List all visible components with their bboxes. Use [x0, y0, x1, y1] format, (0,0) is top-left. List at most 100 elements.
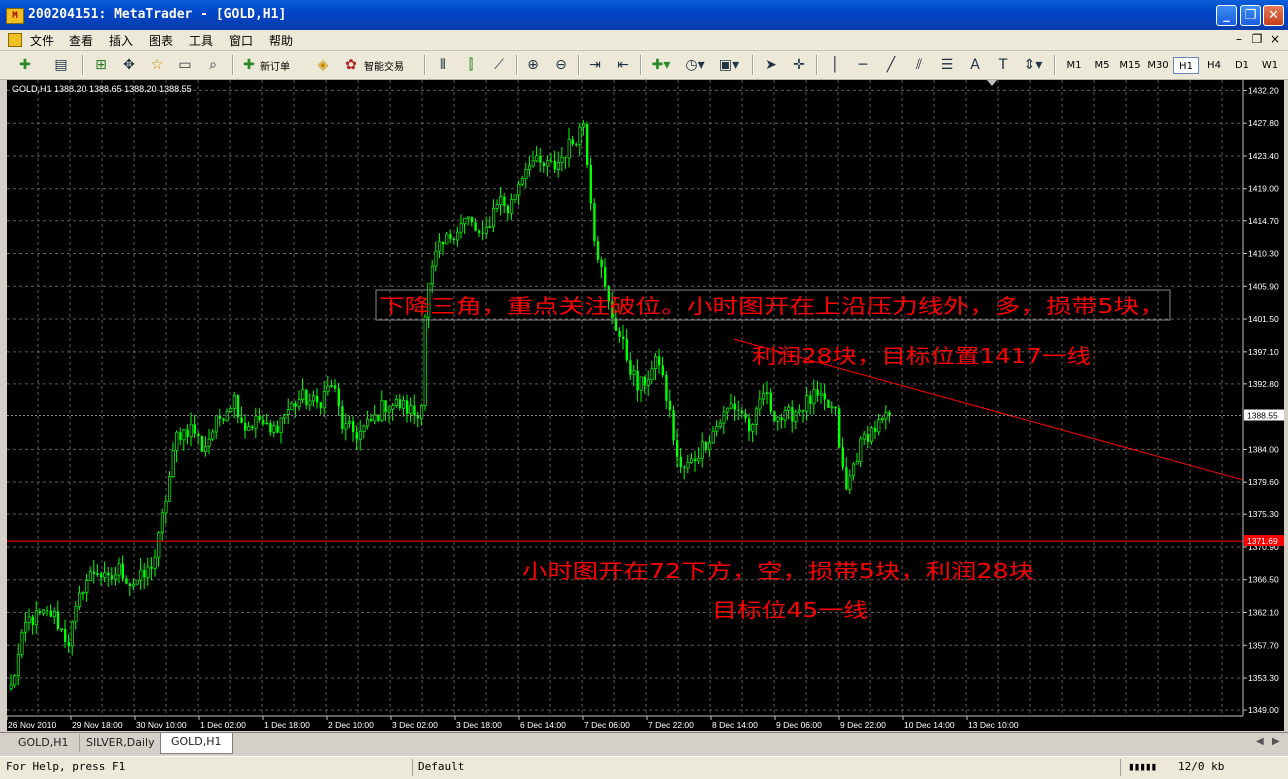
timeframe-m1[interactable]: M1 — [1061, 57, 1087, 74]
indicators-icon[interactable]: ✚▾ — [648, 55, 674, 75]
candle-body-bull — [103, 572, 107, 578]
help-status: For Help, press F1 — [6, 760, 126, 773]
menu-file[interactable]: 文件 — [30, 32, 54, 49]
zoom-out-icon[interactable]: ⊖ — [550, 55, 572, 75]
candle-body-bull — [380, 399, 384, 421]
metaeditor-icon[interactable]: ◈ — [312, 55, 334, 75]
candle-body-bear — [218, 415, 222, 419]
price-tick-label: 1419.00 — [1248, 184, 1279, 194]
candle-body-bear — [661, 365, 664, 376]
candle-body-bear — [809, 395, 812, 404]
text-label-icon[interactable]: T — [992, 55, 1014, 75]
candle-body-bear — [398, 399, 402, 409]
candle-body-bull — [362, 425, 366, 432]
candle-body-bear — [67, 642, 70, 646]
connection-bars-icon: ▮▮▮▮▮ — [1128, 760, 1157, 773]
candle-body-bull — [765, 392, 769, 394]
menu-insert[interactable]: 插入 — [109, 32, 133, 49]
crosshair-icon[interactable]: ✛ — [788, 55, 810, 75]
time-tick-label: 2 Dec 10:00 — [328, 720, 374, 730]
candle-body-bear — [452, 238, 456, 241]
arrows-icon[interactable]: ⇕▾ — [1020, 55, 1046, 75]
candle-body-bear — [442, 241, 445, 244]
periods-icon[interactable]: ◷▾ — [682, 55, 708, 75]
candle-body-bear — [413, 405, 416, 416]
candle-body-bull — [74, 606, 78, 623]
annotation-text-3[interactable]: 小时图开在72下方，空，损带5块，利润28块 — [522, 559, 1034, 583]
candle-body-bear — [773, 411, 776, 422]
bar-chart-icon[interactable]: ⫴ — [432, 55, 454, 75]
menu-tools[interactable]: 工具 — [189, 32, 213, 49]
timeframe-m15[interactable]: M15 — [1117, 57, 1143, 74]
price-chart[interactable]: 1432.20 1427.80 1423.40 1419.00 1414.70 1410.… — [7, 80, 1284, 731]
close-button[interactable]: ✕ — [1263, 5, 1284, 26]
tab-silver-daily[interactable]: SILVER,Daily — [76, 734, 166, 752]
candle-body-bull — [729, 403, 733, 409]
auto-scroll-icon[interactable]: ⇤ — [612, 55, 634, 75]
candle-body-bull — [531, 160, 535, 167]
candle-body-bear — [564, 157, 567, 159]
minimize-button[interactable]: _ — [1216, 5, 1237, 26]
tab-gold-h1-active[interactable]: GOLD,H1 — [160, 733, 233, 754]
candle-body-bull — [9, 684, 13, 690]
time-tick-label: 7 Dec 22:00 — [648, 720, 694, 730]
timeframe-m5[interactable]: M5 — [1089, 57, 1115, 74]
line-chart-icon[interactable]: ⟋ — [488, 55, 510, 75]
zoom-in-icon[interactable]: ⊕ — [522, 55, 544, 75]
candle-body-bull — [171, 449, 175, 477]
chart-shift-icon[interactable]: ⇥ — [584, 55, 606, 75]
new-order-button[interactable]: 新订单 — [260, 58, 290, 73]
candle-body-bull — [463, 217, 467, 225]
candle-body-bull — [711, 430, 715, 444]
annotation-text-4[interactable]: 目标位45一线 — [712, 598, 868, 622]
timeframe-d1[interactable]: D1 — [1229, 57, 1255, 74]
fibonacci-icon[interactable]: ☰ — [936, 55, 958, 75]
text-tool-icon[interactable]: A — [964, 55, 986, 75]
tab-scroll-right-icon[interactable]: ▶ — [1272, 736, 1280, 747]
candle-body-bear — [49, 610, 52, 617]
candlestick-icon[interactable]: ⫿ — [460, 55, 482, 75]
timeframe-h1[interactable]: H1 — [1173, 57, 1199, 74]
document-icon[interactable] — [8, 33, 22, 47]
trendline-icon[interactable]: ╱ — [880, 55, 902, 75]
candle-body-bull — [286, 409, 290, 415]
new-order-icon[interactable]: ✚ — [238, 55, 260, 75]
timeframe-h4[interactable]: H4 — [1201, 57, 1227, 74]
tab-gold-h1[interactable]: GOLD,H1 — [8, 734, 80, 752]
templates-icon[interactable]: ▣▾ — [716, 55, 742, 75]
tester-icon[interactable]: ⌕ — [202, 55, 224, 75]
tab-scroll-left-icon[interactable]: ◀ — [1256, 736, 1264, 747]
timeframe-m30[interactable]: M30 — [1145, 57, 1171, 74]
candle-body-bull — [34, 610, 38, 626]
menu-charts[interactable]: 图表 — [149, 32, 173, 49]
maximize-button[interactable]: ❐ — [1240, 5, 1261, 26]
channel-icon[interactable]: ⫽ — [908, 55, 930, 75]
mdi-restore-button[interactable]: ❐ — [1250, 32, 1264, 46]
market-watch-icon[interactable]: ⊞ — [90, 55, 112, 75]
mdi-minimize-button[interactable]: – — [1232, 32, 1246, 46]
chart-window[interactable]: 1432.20 1427.80 1423.40 1419.00 1414.70 1410.… — [7, 80, 1284, 731]
menu-window[interactable]: 窗口 — [229, 32, 253, 49]
menu-view[interactable]: 查看 — [69, 32, 93, 49]
annotation-text-2[interactable]: 利润28块，目标位置1417一线 — [752, 344, 1091, 368]
expert-advisors-button[interactable]: 智能交易 — [364, 58, 404, 73]
candle-body-bull — [754, 408, 758, 425]
annotation-text-1[interactable]: 下降三角，重点关注破位。小时图开在上沿压力线外，多，损带5块， — [379, 294, 1165, 318]
horizontal-line-icon[interactable]: ─ — [852, 55, 874, 75]
candle-body-bull — [214, 415, 218, 433]
cursor-icon[interactable]: ➤ — [760, 55, 782, 75]
terminal-icon[interactable]: ▭ — [174, 55, 196, 75]
profiles-icon[interactable]: ▤ — [50, 55, 72, 75]
time-tick-label: 7 Dec 06:00 — [584, 720, 630, 730]
candle-body-bear — [319, 402, 322, 408]
favorites-icon[interactable]: ☆ — [146, 55, 168, 75]
price-tick-label: 1375.30 — [1248, 509, 1279, 519]
timeframe-w1[interactable]: W1 — [1257, 57, 1283, 74]
candle-body-bear — [834, 406, 837, 409]
navigator-icon[interactable]: ✥ — [118, 55, 140, 75]
vertical-line-icon[interactable]: │ — [824, 55, 846, 75]
expert-advisor-icon[interactable]: ✿ — [340, 55, 362, 75]
mdi-close-button[interactable]: × — [1268, 32, 1282, 46]
menu-help[interactable]: 帮助 — [269, 32, 293, 49]
new-chart-icon[interactable]: ✚ — [14, 55, 36, 75]
